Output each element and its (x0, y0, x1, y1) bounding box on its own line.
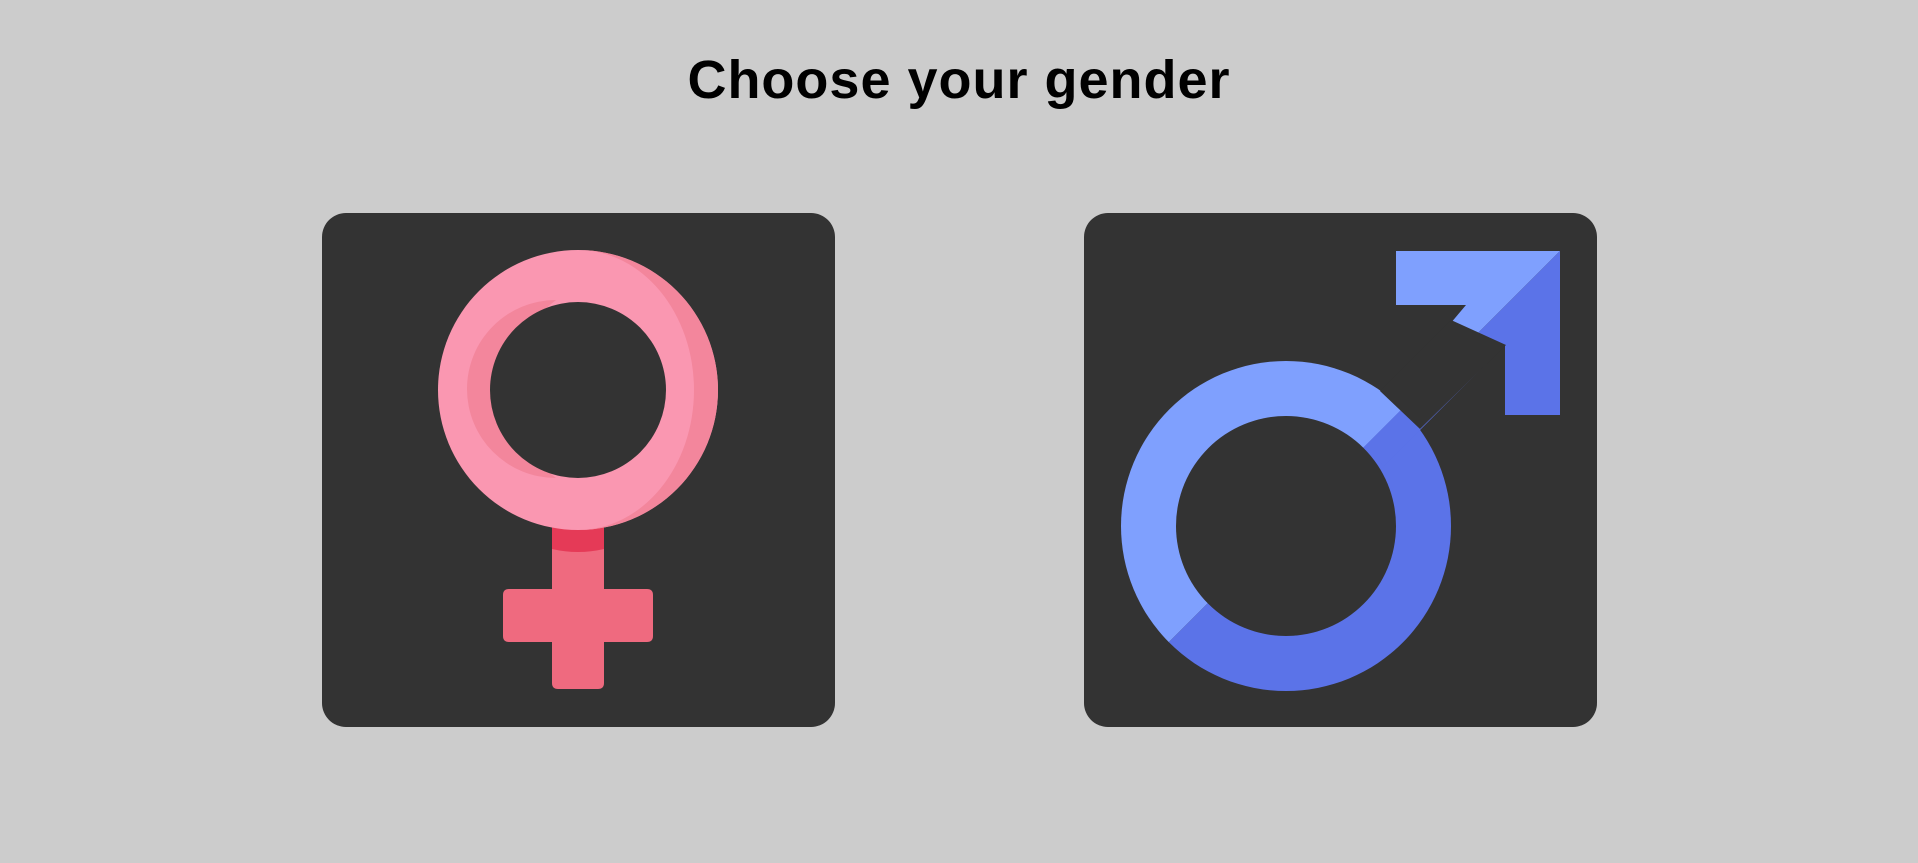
female-symbol-icon (438, 250, 718, 689)
male-symbol-icon (1121, 251, 1560, 691)
female-option-button[interactable] (322, 213, 835, 727)
male-option-button[interactable] (1084, 213, 1597, 727)
page-title: Choose your gender (687, 50, 1231, 110)
